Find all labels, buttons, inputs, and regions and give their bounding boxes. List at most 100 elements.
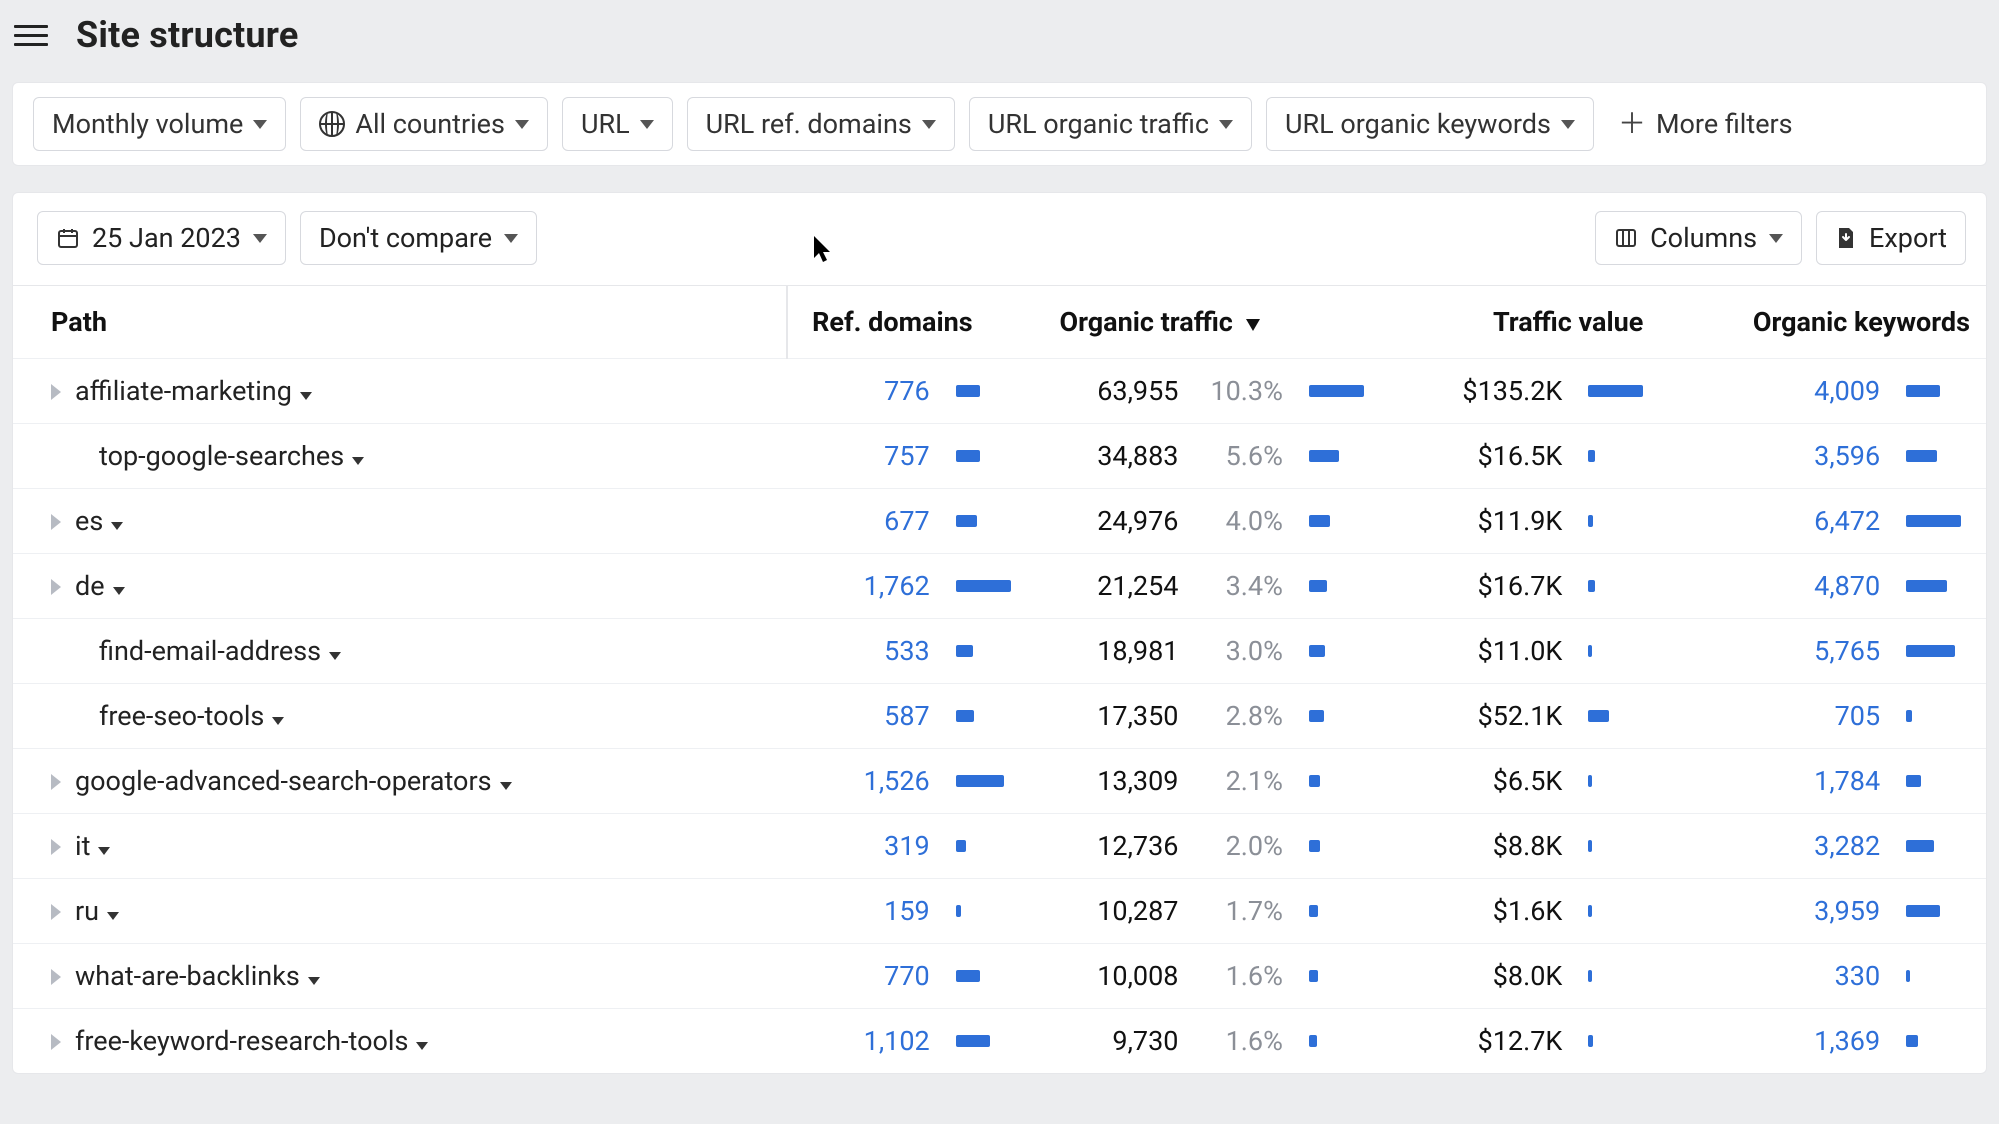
organic-traffic-bar (1309, 775, 1320, 787)
organic-keywords-value[interactable]: 705 (1835, 700, 1881, 732)
chevron-down-icon[interactable] (329, 652, 341, 660)
chevron-down-icon[interactable] (113, 587, 125, 595)
expand-toggle[interactable] (45, 836, 67, 858)
filter-url-ref-domains[interactable]: URL ref. domains (687, 97, 955, 151)
path-cell[interactable]: google-advanced-search-operators (13, 749, 787, 814)
filter-url[interactable]: URL (562, 97, 673, 151)
col-traffic-value[interactable]: Traffic value (1380, 286, 1659, 359)
ref-domains-value[interactable]: 533 (884, 635, 930, 667)
col-ref-domains[interactable]: Ref. domains (787, 286, 1035, 359)
expand-toggle[interactable] (45, 771, 67, 793)
ref-domains-value[interactable]: 776 (884, 375, 930, 407)
filter-url-organic-traffic[interactable]: URL organic traffic (969, 97, 1252, 151)
more-filters-button[interactable]: ＋ More filters (1608, 98, 1799, 150)
organic-keywords-value[interactable]: 3,959 (1814, 895, 1880, 927)
traffic-value-bar (1588, 970, 1592, 982)
chevron-down-icon[interactable] (300, 392, 312, 400)
path-cell[interactable]: free-seo-tools (13, 684, 787, 749)
ref-domains-value[interactable]: 319 (884, 830, 930, 862)
organic-keywords-bar (1906, 710, 1912, 722)
organic-traffic-value: 12,736 (1097, 830, 1178, 862)
organic-keywords-value[interactable]: 330 (1835, 960, 1881, 992)
col-organic-traffic[interactable]: Organic traffic (1035, 286, 1379, 359)
filter-url-organic-keywords[interactable]: URL organic keywords (1266, 97, 1594, 151)
path-cell[interactable]: top-google-searches (13, 424, 787, 489)
organic-keywords-value[interactable]: 1,784 (1814, 765, 1880, 797)
site-structure-table: Path Ref. domains Organic traffic Traffi… (13, 286, 1986, 1073)
expand-toggle[interactable] (45, 1031, 67, 1053)
ref-domains-value[interactable]: 1,762 (864, 570, 930, 602)
filter-countries[interactable]: All countries (300, 97, 548, 151)
chevron-right-icon (51, 514, 61, 530)
path-cell[interactable]: affiliate-marketing (13, 359, 787, 424)
chevron-down-icon[interactable] (352, 457, 364, 465)
chevron-down-icon[interactable] (500, 782, 512, 790)
organic-keywords-bar (1906, 775, 1921, 787)
expand-toggle[interactable] (45, 511, 67, 533)
ref-domains-value[interactable]: 757 (884, 440, 930, 472)
path-cell[interactable]: what-are-backlinks (13, 944, 787, 1009)
path-cell[interactable]: es (13, 489, 787, 554)
organic-keywords-bar (1906, 970, 1910, 982)
expand-toggle[interactable] (45, 576, 67, 598)
sort-desc-icon (1246, 306, 1260, 338)
chevron-down-icon (1561, 120, 1575, 129)
menu-icon[interactable] (14, 21, 48, 49)
path-cell[interactable]: ru (13, 879, 787, 944)
ref-domains-value[interactable]: 1,526 (864, 765, 930, 797)
export-button[interactable]: Export (1816, 211, 1966, 265)
expand-toggle[interactable] (45, 966, 67, 988)
organic-traffic-pct: 4.0% (1226, 505, 1283, 537)
expand-toggle[interactable] (45, 901, 67, 923)
columns-button-label: Columns (1650, 222, 1757, 254)
organic-keywords-value[interactable]: 4,870 (1814, 570, 1880, 602)
chevron-down-icon[interactable] (308, 977, 320, 985)
path-cell[interactable]: free-keyword-research-tools (13, 1009, 787, 1074)
table-row: find-email-address53318,9813.0%$11.0K5,7… (13, 619, 1986, 684)
path-cell[interactable]: find-email-address (13, 619, 787, 684)
chevron-down-icon[interactable] (272, 717, 284, 725)
ref-domains-value[interactable]: 1,102 (864, 1025, 930, 1057)
ref-domains-bar (956, 580, 1011, 592)
columns-button[interactable]: Columns (1595, 211, 1802, 265)
organic-keywords-bar (1906, 450, 1937, 462)
ref-domains-value[interactable]: 587 (884, 700, 930, 732)
filter-monthly-volume[interactable]: Monthly volume (33, 97, 286, 151)
path-cell[interactable]: de (13, 554, 787, 619)
ref-domains-value[interactable]: 770 (884, 960, 930, 992)
traffic-value: $12.7K (1478, 1025, 1563, 1057)
organic-keywords-value[interactable]: 4,009 (1814, 375, 1880, 407)
path-cell[interactable]: it (13, 814, 787, 879)
organic-keywords-bar (1906, 1035, 1918, 1047)
date-picker[interactable]: 25 Jan 2023 (37, 211, 286, 265)
chevron-down-icon (515, 120, 529, 129)
filter-url-label: URL (581, 108, 630, 140)
organic-traffic-value: 34,883 (1097, 440, 1178, 472)
path-label: it (75, 830, 90, 862)
chevron-down-icon[interactable] (416, 1042, 428, 1050)
organic-traffic-pct: 1.7% (1226, 895, 1283, 927)
col-organic-keywords[interactable]: Organic keywords (1659, 286, 1986, 359)
col-ref-domains-label: Ref. domains (812, 306, 973, 338)
organic-traffic-bar (1309, 970, 1318, 982)
chevron-down-icon[interactable] (98, 847, 110, 855)
compare-dropdown[interactable]: Don't compare (300, 211, 537, 265)
ref-domains-value[interactable]: 677 (884, 505, 930, 537)
organic-traffic-bar (1309, 645, 1325, 657)
traffic-value: $11.0K (1478, 635, 1563, 667)
table-row: it31912,7362.0%$8.8K3,282 (13, 814, 1986, 879)
organic-keywords-value[interactable]: 5,765 (1814, 635, 1880, 667)
ref-domains-bar (956, 710, 974, 722)
chevron-down-icon[interactable] (111, 522, 123, 530)
organic-keywords-value[interactable]: 3,282 (1814, 830, 1880, 862)
chevron-down-icon (1219, 120, 1233, 129)
organic-keywords-value[interactable]: 3,596 (1814, 440, 1880, 472)
chevron-down-icon[interactable] (107, 912, 119, 920)
filter-countries-label: All countries (355, 108, 505, 140)
col-path[interactable]: Path (13, 286, 787, 359)
organic-keywords-value[interactable]: 6,472 (1814, 505, 1880, 537)
organic-keywords-value[interactable]: 1,369 (1814, 1025, 1880, 1057)
organic-keywords-bar (1906, 645, 1955, 657)
expand-toggle[interactable] (45, 381, 67, 403)
ref-domains-value[interactable]: 159 (884, 895, 930, 927)
